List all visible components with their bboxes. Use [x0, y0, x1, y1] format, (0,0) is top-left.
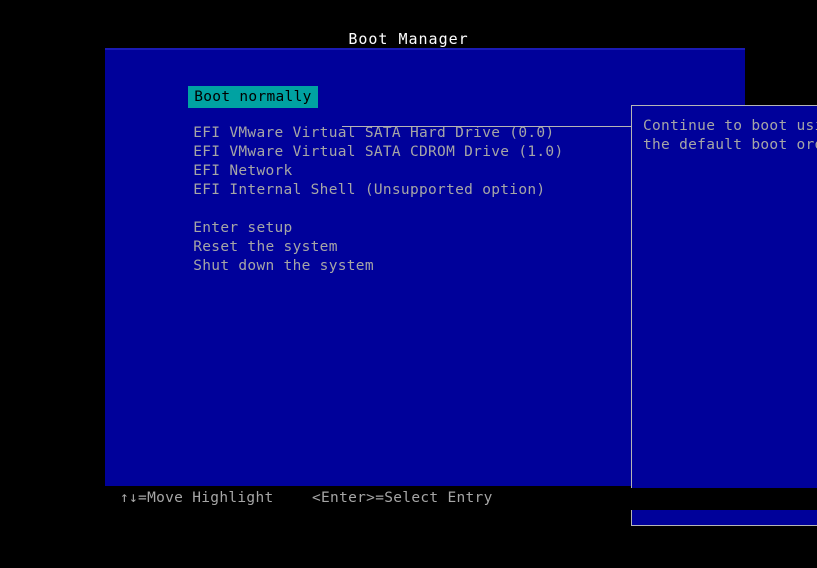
menu-item-efi-network[interactable]: EFI Network [116, 143, 536, 179]
hint-select-entry: <Enter>=Select Entry [312, 490, 493, 506]
menu-item-reset-the-system[interactable]: Reset the system [116, 219, 536, 255]
menu-item-boot-normally[interactable]: Boot normally [116, 64, 536, 108]
menu-item-efi-sata-hard-drive[interactable]: EFI VMware Virtual SATA Hard Drive (0.0) [116, 105, 554, 141]
page-title: Boot Manager [348, 30, 469, 48]
menu-spacer-1 [116, 86, 536, 105]
selection-connector-line [342, 126, 632, 127]
help-line-2: the default boot order. [643, 137, 817, 153]
boot-menu-list: Boot normally EFI VMware Virtual SATA Ha… [116, 64, 563, 274]
help-panel-text: Continue to boot using the default boot … [643, 117, 817, 155]
menu-item-shut-down-the-system[interactable]: Shut down the system [116, 238, 536, 274]
footer-hints: ↑↓=Move Highlight <Enter>=Select Entry [0, 488, 817, 510]
help-panel: Continue to boot using the default boot … [631, 105, 817, 526]
window-top-edge [105, 48, 745, 50]
help-line-1: Continue to boot using [643, 118, 817, 134]
menu-item-enter-setup[interactable]: Enter setup [116, 200, 536, 236]
boot-manager-window: Boot normally EFI VMware Virtual SATA Ha… [105, 48, 817, 526]
boot-manager-screen: Boot Manager Boot normally EFI VMware Vi… [0, 0, 817, 526]
menu-item-efi-internal-shell[interactable]: EFI Internal Shell (Unsupported option) [116, 162, 545, 198]
menu-item-label: Shut down the system [193, 258, 374, 274]
menu-spacer-2 [116, 181, 536, 200]
hint-move-highlight: ↑↓=Move Highlight [120, 490, 274, 506]
